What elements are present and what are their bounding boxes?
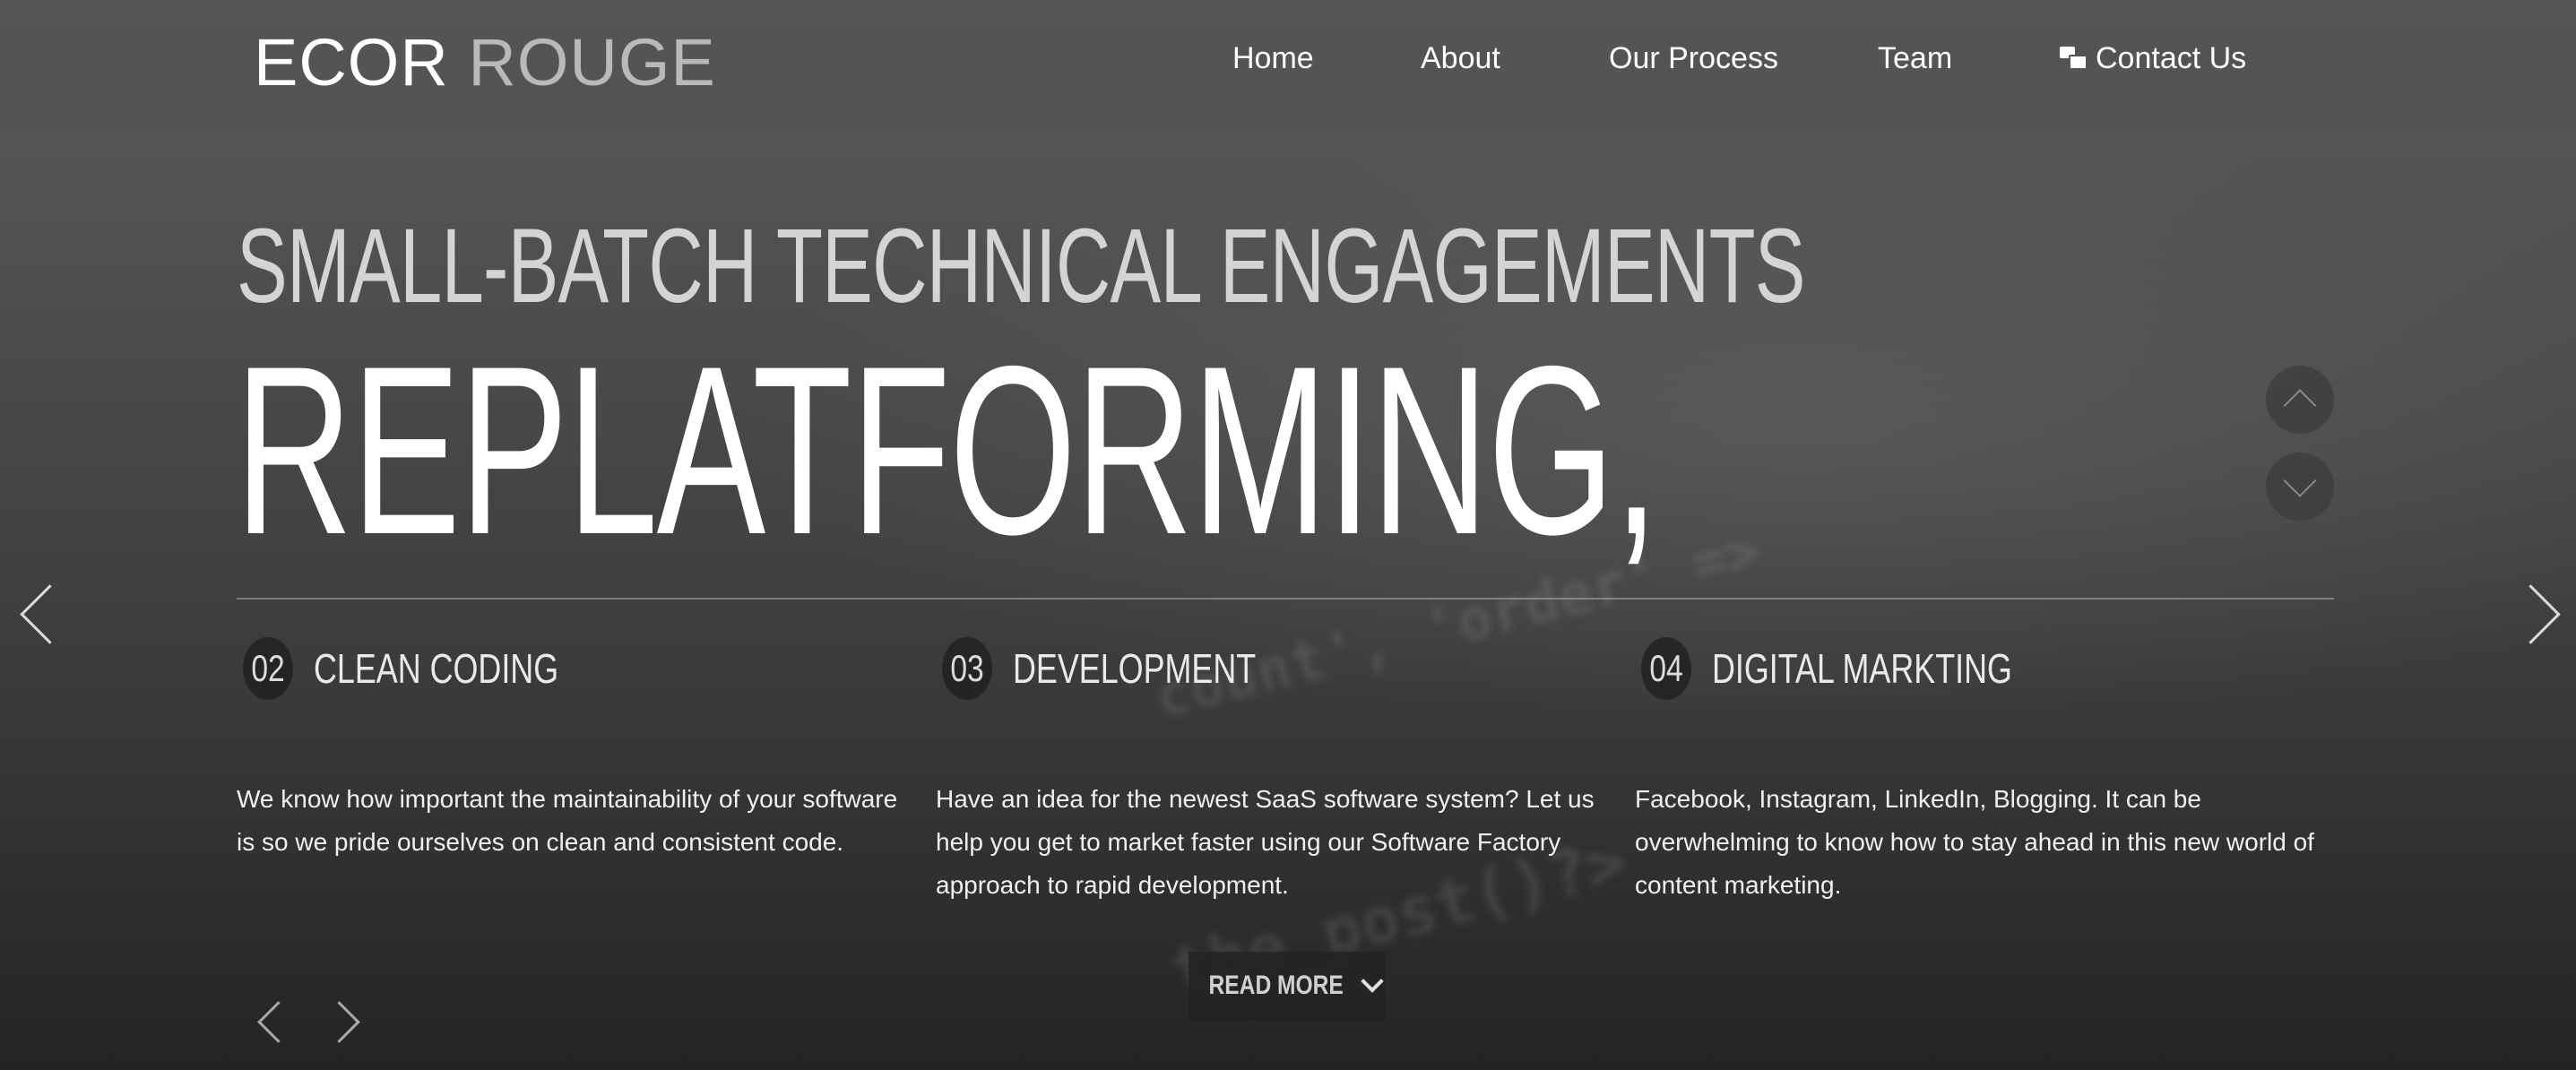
feature-number: 03 (942, 637, 992, 700)
nav-team[interactable]: Team (1878, 36, 1952, 81)
brand-logo[interactable]: ECOR ROUGE (254, 27, 716, 99)
nav-contact-us-label: Contact Us (2096, 41, 2247, 75)
chevron-down-icon (1360, 970, 1384, 993)
feature-title: DIGITAL MARKTING (1712, 645, 2012, 692)
hero-kicker: SMALL-BATCH TECHNICAL ENGAGEMENTS (237, 207, 1805, 325)
feature-title: CLEAN CODING (314, 645, 559, 692)
chevron-down-icon (2283, 464, 2317, 497)
feature-card: 04 DIGITAL MARKTING Facebook, Instagram,… (1635, 636, 2316, 907)
slide-down-button[interactable] (2266, 453, 2334, 521)
hero-headline: REPLATFORMING, (235, 315, 1659, 584)
feature-card: 03 DEVELOPMENT Have an idea for the newe… (936, 636, 1617, 907)
site-header: ECOR ROUGE Home About Our Process Team C… (0, 0, 2576, 128)
brand-logo-part2: ROUGE (468, 25, 716, 99)
brand-logo-part1: ECOR (254, 25, 449, 99)
feature-description: Facebook, Instagram, LinkedIn, Blogging.… (1635, 785, 2314, 899)
chat-icon (2060, 47, 2088, 70)
slide-up-button[interactable] (2266, 366, 2334, 434)
read-more-button[interactable]: READ MORE (1189, 952, 1386, 1020)
feature-description: Have an idea for the newest SaaS softwar… (936, 785, 1595, 899)
nav-our-process[interactable]: Our Process (1609, 36, 1778, 81)
feature-description: We know how important the maintainabilit… (237, 785, 898, 856)
nav-home[interactable]: Home (1232, 36, 1314, 81)
feature-title: DEVELOPMENT (1013, 645, 1257, 692)
read-more-label: READ MORE (1208, 971, 1344, 1000)
feature-card: 02 CLEAN CODING We know how important th… (237, 636, 918, 864)
chevron-up-icon (2283, 389, 2317, 422)
feature-number: 04 (1641, 637, 1691, 700)
nav-about[interactable]: About (1421, 36, 1500, 81)
hero-divider (237, 598, 2334, 600)
feature-number: 02 (243, 637, 293, 700)
nav-contact-us[interactable]: Contact Us (2060, 36, 2246, 81)
